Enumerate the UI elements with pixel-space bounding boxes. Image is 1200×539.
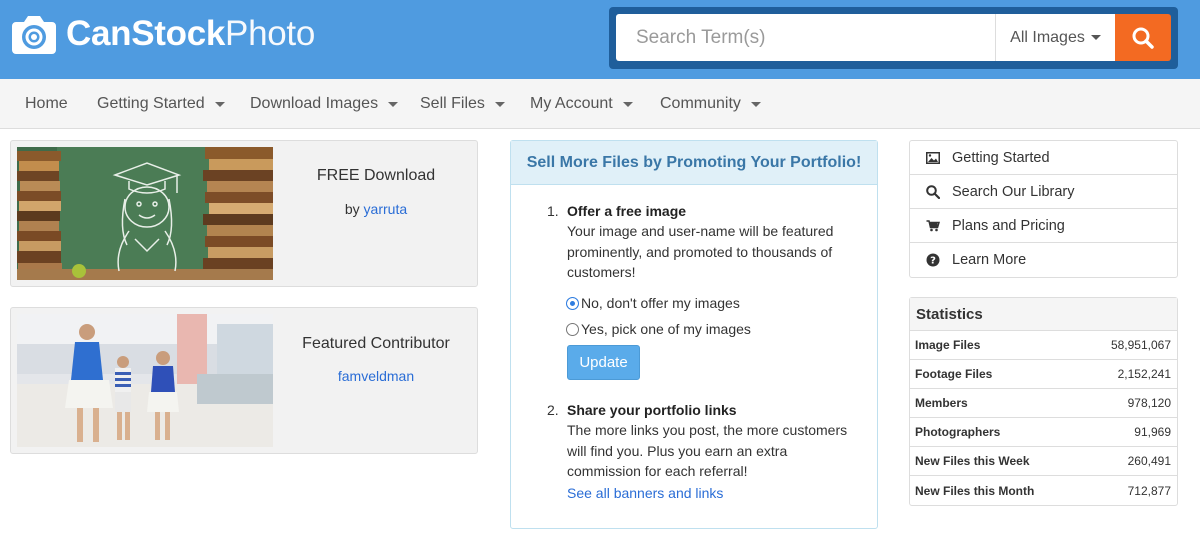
nav-item-label: Sell Files — [420, 95, 485, 112]
free-download-title: FREE Download — [316, 167, 436, 184]
search-scope-select[interactable]: All Images — [995, 14, 1115, 61]
caret-down-icon — [750, 101, 761, 107]
cart-icon — [926, 219, 940, 231]
caret-down-icon — [388, 101, 399, 107]
stats-value: 2,152,241 — [1117, 367, 1171, 381]
radio-option-yes[interactable]: Yes, pick one of my images — [566, 321, 751, 337]
search-scope-label: All Images — [1010, 28, 1085, 46]
promote-portfolio-panel: Sell More Files by Promoting Your Portfo… — [510, 140, 878, 529]
banners-links-link[interactable]: See all banners and links — [567, 483, 862, 504]
search-icon — [926, 184, 940, 199]
featured-contributor-byline: famveldman — [273, 368, 479, 384]
site-header: CanStockPhoto All Images — [0, 0, 1200, 79]
logo-wordmark: CanStockPhoto — [66, 14, 315, 54]
free-download-byline: by yarruta — [273, 201, 479, 217]
side-menu: Getting Started Search Our Library Plans… — [909, 140, 1178, 278]
step-number: 2. — [547, 402, 559, 418]
nav-item-community[interactable]: Community — [660, 95, 761, 113]
byline-prefix: by — [344, 201, 360, 217]
stats-row: Members 978,120 — [910, 389, 1177, 418]
search-bar: All Images — [609, 7, 1178, 69]
graduate-chalkboard-image — [17, 147, 273, 280]
promote-portfolio-heading: Sell More Files by Promoting Your Portfo… — [511, 141, 877, 185]
side-menu-learn-more[interactable]: ? Learn More — [910, 243, 1177, 277]
camera-logo-icon — [12, 16, 56, 54]
featured-contributor-image[interactable] — [17, 314, 273, 447]
stats-value: 58,951,067 — [1110, 338, 1171, 352]
main-nav: Home Getting Started Download Images Sel… — [0, 79, 1200, 129]
stats-label: New Files this Month — [915, 483, 1035, 498]
featured-contributor-title: Featured Contributor — [302, 335, 450, 352]
site-logo[interactable]: CanStockPhoto — [10, 12, 315, 56]
featured-contributor-card: Featured Contributor famveldman — [10, 307, 478, 454]
side-menu-label: Getting Started — [952, 149, 1050, 166]
nav-item-sell-files[interactable]: Sell Files — [420, 95, 505, 113]
side-menu-label: Search Our Library — [952, 183, 1075, 200]
caret-down-icon — [214, 101, 225, 107]
caret-down-icon — [1090, 35, 1101, 40]
side-menu-label: Learn More — [952, 252, 1027, 268]
nav-item-label: Getting Started — [97, 95, 205, 112]
image-icon — [926, 151, 940, 164]
stats-row: Photographers 91,969 — [910, 418, 1177, 447]
update-button[interactable]: Update — [567, 345, 640, 380]
radio-unchecked-icon[interactable] — [566, 322, 579, 336]
side-menu-getting-started[interactable]: Getting Started — [910, 141, 1177, 175]
stats-label: Image Files — [915, 338, 981, 352]
step-title: Share your portfolio links — [567, 402, 737, 418]
svg-text:?: ? — [930, 256, 936, 267]
stats-value: 91,969 — [1134, 425, 1171, 439]
free-download-card: FREE Download by yarruta — [10, 140, 478, 287]
stats-row: Footage Files 2,152,241 — [910, 360, 1177, 389]
nav-item-getting-started[interactable]: Getting Started — [97, 95, 225, 113]
stats-value: 712,877 — [1127, 483, 1171, 498]
nav-item-label: Download Images — [250, 95, 379, 112]
nav-item-my-account[interactable]: My Account — [530, 95, 633, 113]
featured-contributor-link[interactable]: famveldman — [338, 368, 414, 384]
nav-item-download-images[interactable]: Download Images — [250, 95, 399, 113]
search-button[interactable] — [1115, 14, 1171, 61]
search-input[interactable] — [616, 14, 995, 61]
caret-down-icon — [622, 101, 633, 107]
radio-option-label: Yes, pick one of my images — [581, 321, 751, 337]
caret-down-icon — [494, 101, 505, 107]
free-download-image[interactable] — [17, 147, 273, 280]
question-icon: ? — [926, 253, 940, 267]
stats-row: New Files this Week 260,491 — [910, 447, 1177, 476]
logo-text-bold: CanStock — [66, 14, 226, 53]
side-menu-label: Plans and Pricing — [952, 217, 1065, 234]
step-description: The more links you post, the more custom… — [567, 422, 848, 479]
stats-label: Photographers — [915, 425, 1001, 439]
side-menu-search-library[interactable]: Search Our Library — [910, 175, 1177, 209]
nav-item-home[interactable]: Home — [25, 95, 68, 113]
stats-label: Members — [915, 396, 968, 410]
stats-row: New Files this Month 712,877 — [910, 476, 1177, 505]
family-mall-image — [17, 314, 273, 447]
stats-label: Footage Files — [915, 367, 993, 381]
stats-label: New Files this Week — [915, 454, 1030, 468]
stats-value: 260,491 — [1127, 454, 1171, 468]
nav-item-label: Home — [25, 95, 68, 112]
free-download-author-link[interactable]: yarruta — [364, 201, 408, 217]
nav-item-label: My Account — [530, 95, 613, 112]
statistics-heading: Statistics — [910, 298, 1177, 331]
logo-text-light: Photo — [225, 14, 315, 53]
radio-checked-icon[interactable] — [566, 296, 579, 310]
statistics-panel: Statistics Image Files 58,951,067 Footag… — [909, 297, 1178, 506]
radio-option-label: No, don't offer my images — [581, 295, 740, 311]
radio-option-no[interactable]: No, don't offer my images — [566, 295, 740, 311]
stats-row: Image Files 58,951,067 — [910, 331, 1177, 360]
search-icon — [1132, 27, 1154, 49]
side-menu-plans-pricing[interactable]: Plans and Pricing — [910, 209, 1177, 243]
step-description: Your image and user-name will be feature… — [567, 223, 834, 280]
step-number: 1. — [547, 203, 559, 219]
stats-value: 978,120 — [1127, 396, 1171, 410]
step-title: Offer a free image — [567, 203, 687, 219]
nav-item-label: Community — [660, 95, 741, 112]
